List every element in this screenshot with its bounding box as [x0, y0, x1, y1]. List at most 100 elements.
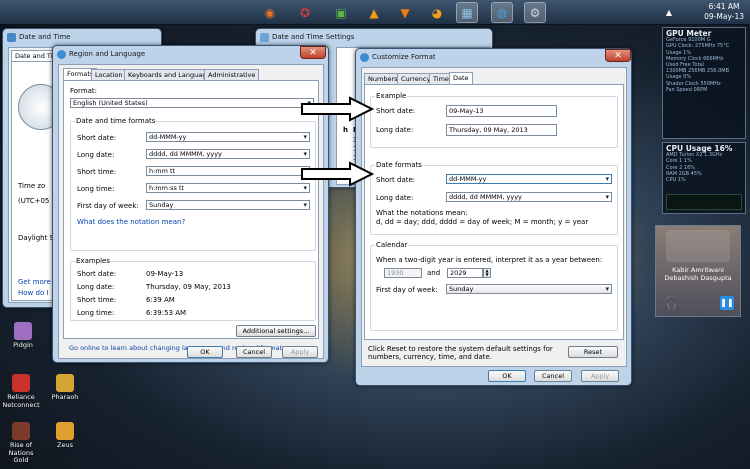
apply-button[interactable]: Apply	[282, 346, 318, 358]
long-date-select[interactable]: dddd, dd MMMM, yyyy	[146, 149, 310, 159]
long-time-label: Long time:	[77, 185, 115, 193]
utc-label: (UTC+05	[18, 197, 50, 205]
tab-administrative[interactable]: Administrative	[204, 69, 260, 80]
first-day-select[interactable]: Sunday	[446, 284, 612, 294]
avast-icon[interactable]: ▲	[363, 2, 385, 23]
tab-numbers[interactable]: Numbers	[364, 73, 402, 84]
example-long-time-label: Long time:	[77, 309, 115, 317]
two-digit-year-text: When a two-digit year is entered, interp…	[376, 256, 603, 264]
pharaoh-icon	[56, 374, 74, 392]
globe-icon[interactable]: ◍	[491, 2, 513, 23]
show-hidden-icons-icon[interactable]: ▲	[662, 2, 676, 23]
example-short-date-label: Short date:	[77, 270, 117, 278]
long-time-select[interactable]: h:mm:ss tt	[146, 183, 310, 193]
short-time-select[interactable]: h:mm tt	[146, 166, 310, 176]
orange-app-icon[interactable]: ◕	[426, 2, 448, 23]
desktop-icon-zeus[interactable]: Zeus	[46, 422, 84, 450]
short-date-select[interactable]: dd-MMM-yy	[146, 132, 310, 142]
time-zone-label: Time zo	[18, 182, 46, 190]
globe-icon	[360, 53, 369, 62]
reset-text-1: Click Reset to restore the system defaul…	[368, 345, 553, 353]
additional-settings-button[interactable]: Additional settings...	[236, 325, 316, 337]
control-panel-icon[interactable]: ▦	[456, 2, 478, 23]
example-short-time-label: Short time:	[77, 296, 117, 304]
taskbar: ◉ ✪ ▣ ▲ ▼ ◕ ▦ ◍ ⚙ ▲ 6:41 AM 09-May-13	[0, 0, 750, 25]
gpu-line: Fan Speed 0RPM	[666, 86, 708, 93]
desktop-icon-pidgin[interactable]: Pidgin	[4, 322, 42, 350]
window-title: Date and Time	[19, 33, 71, 41]
get-more-link[interactable]: Get more	[18, 278, 51, 286]
example-long-date-value: Thursday, 09 May, 2013	[446, 124, 557, 136]
example-short-time-value: 6:39 AM	[146, 296, 175, 304]
firefox-icon[interactable]: ◉	[259, 2, 281, 23]
cancel-button[interactable]: Cancel	[236, 346, 272, 358]
close-button[interactable]: ✕	[605, 49, 631, 62]
window-title: Customize Format	[372, 53, 436, 61]
reset-button[interactable]: Reset	[568, 346, 618, 358]
daylight-label: Daylight S	[18, 234, 55, 242]
reset-text-2: numbers, currency, time, and date.	[368, 353, 493, 361]
close-button[interactable]: ✕	[300, 46, 326, 59]
customize-format-window[interactable]: Customize Format ✕ Numbers Currency Time…	[355, 48, 632, 386]
examples-group: Examples Short date: 09-May-13 Long date…	[70, 257, 316, 321]
cpu-usage-gadget[interactable]: CPU Usage 16% AMD Turion X2 1.3GHz Core …	[662, 142, 746, 214]
example-long-date-label: Long date:	[376, 126, 414, 134]
clock-time: 6:41 AM	[708, 2, 740, 11]
cancel-button[interactable]: Cancel	[534, 370, 572, 382]
notation-text: d, dd = day; ddd, dddd = day of week; M …	[376, 218, 589, 226]
date-time-formats-group: Date and time formats Short date: dd-MMM…	[70, 117, 316, 251]
media-line-1: Kabir Amritwani	[672, 266, 724, 274]
annotation-arrow-icon	[301, 96, 375, 122]
and-label: and	[427, 269, 441, 277]
notation-link[interactable]: What does the notation mean?	[77, 218, 185, 226]
album-art	[666, 230, 730, 262]
short-date-label: Short date:	[77, 134, 117, 142]
cpu-line: CPU 1%	[666, 177, 686, 184]
ok-button[interactable]: OK	[187, 346, 223, 358]
example-short-date-value: 09-May-13	[446, 105, 557, 117]
zeus-icon	[56, 422, 74, 440]
apply-button[interactable]: Apply	[581, 370, 619, 382]
long-date-combobox[interactable]: dddd, dd MMMM, yyyy	[446, 192, 612, 202]
tools-icon[interactable]: ⚙	[524, 2, 546, 23]
tab-date[interactable]: Date	[449, 72, 473, 84]
year-spinner[interactable]: ▲ ▼	[483, 268, 491, 278]
short-date-combobox[interactable]: dd-MMM-yy	[446, 174, 612, 184]
pause-button[interactable]: ❚❚	[720, 296, 734, 310]
gpu-meter-gadget[interactable]: GPU Meter GeForce 9100M G GPU Clock: 275…	[662, 27, 746, 139]
example-short-date-label: Short date:	[376, 107, 416, 115]
media-player-gadget[interactable]: Kabir Amritwani Debashish Dasgupta 🎧 ❚❚	[655, 225, 741, 317]
first-day-select[interactable]: Sunday	[146, 200, 310, 210]
clock[interactable]: 6:41 AM 09-May-13	[704, 2, 744, 22]
long-date-label: Long date:	[77, 151, 115, 159]
window-title: Region and Language	[69, 50, 146, 58]
customize-panel: Numbers Currency Time Date Example Short…	[361, 67, 627, 367]
group-title: Calendar	[375, 241, 409, 249]
vlc-icon[interactable]: ▼	[394, 2, 416, 23]
rise-of-nations-icon	[12, 422, 30, 440]
example-long-time-value: 6:39:53 AM	[146, 309, 187, 317]
ccleaner-icon[interactable]: ✪	[294, 2, 316, 23]
ok-button[interactable]: OK	[488, 370, 526, 382]
short-time-label: Short time:	[77, 168, 117, 176]
how-do-i-link[interactable]: How do I	[18, 289, 49, 297]
year-to-field[interactable]: 2029	[447, 268, 483, 278]
first-day-label: First day of week:	[77, 202, 139, 210]
desktop-icon-reliance[interactable]: Reliance Netconnect	[2, 374, 40, 409]
example-long-date-label: Long date:	[77, 283, 115, 291]
group-title: Example	[375, 92, 408, 100]
example-long-date-value: Thursday, 09 May, 2013	[146, 283, 231, 291]
example-group: Example Short date: 09-May-13 Long date:…	[370, 92, 618, 148]
annotation-arrow-icon	[301, 161, 375, 187]
first-day-label: First day of week:	[376, 286, 438, 294]
region-panel: Formats Location Keyboards and Languages…	[58, 64, 324, 359]
green-app-icon[interactable]: ▣	[330, 2, 352, 23]
tab-location[interactable]: Location	[91, 69, 127, 80]
date-formats-group: Date formats Short date: dd-MMM-yy Long …	[370, 161, 618, 235]
cpu-graph	[666, 194, 742, 210]
desktop-icon-pharaoh[interactable]: Pharaoh	[46, 374, 84, 402]
region-and-language-window[interactable]: Region and Language ✕ Formats Location K…	[52, 45, 329, 363]
format-select[interactable]: English (United States)	[70, 98, 314, 108]
clock-date: 09-May-13	[704, 12, 744, 21]
desktop-icon-rise-of-nations[interactable]: Rise of Nations Gold	[2, 422, 40, 465]
